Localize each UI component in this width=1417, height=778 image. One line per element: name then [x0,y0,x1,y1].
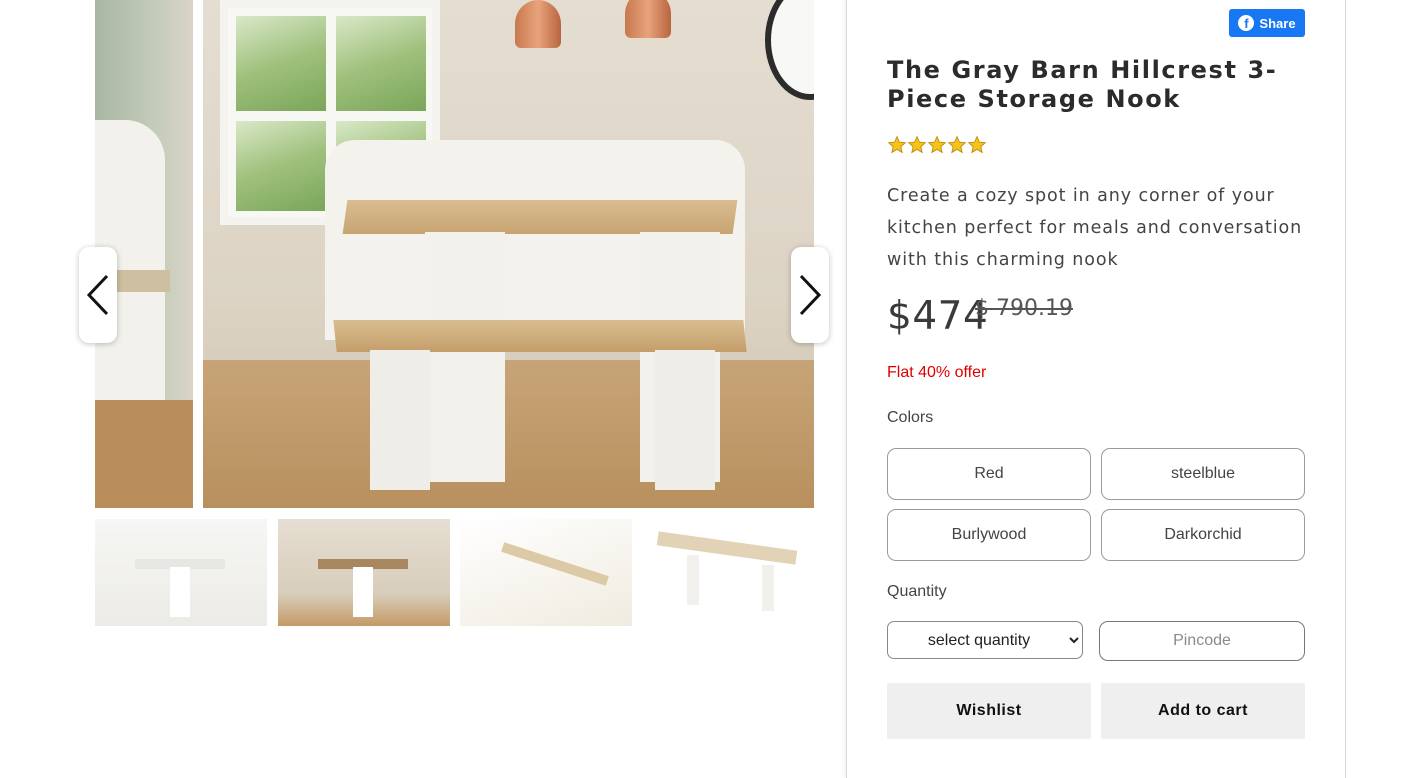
table-leg [425,232,505,482]
star-icon [967,135,987,154]
share-label: Share [1259,15,1296,31]
bench-leg [370,350,430,490]
thumbnail-strip [95,519,814,626]
color-option-burlywood[interactable]: Burlywood [887,509,1091,561]
product-title: The Gray Barn Hillcrest 3-Piece Storage … [887,56,1278,113]
star-icon [947,135,967,154]
star-icon [927,135,947,154]
pincode-input[interactable] [1099,621,1305,661]
wishlist-button[interactable]: Wishlist [887,683,1091,739]
product-gallery [95,0,814,640]
pendant-lamp [515,0,561,48]
offer-text: Flat 40% offer [887,364,987,381]
color-option-steelblue[interactable]: steelblue [1101,448,1305,500]
color-option-darkorchid[interactable]: Darkorchid [1101,509,1305,561]
product-description: Create a cozy spot in any corner of your… [887,186,1303,270]
chevron-left-icon [86,274,109,316]
thumbnail-1[interactable] [95,519,267,626]
thumbnail-2[interactable] [278,519,450,626]
pendant-lamp [625,0,671,38]
gallery-prev-button[interactable] [79,247,117,343]
facebook-icon: f [1238,15,1255,31]
quantity-label: Quantity [887,583,947,600]
bench-leg [655,350,715,490]
star-rating [887,134,987,156]
main-product-image [95,0,814,508]
chevron-right-icon [799,274,822,316]
facebook-share-button[interactable]: f Share [1229,9,1305,37]
star-icon [907,135,927,154]
thumbnail-3[interactable] [460,519,632,626]
thumbnail-4[interactable] [642,519,814,626]
original-price: $ 790.19 [975,296,1073,321]
gallery-next-button[interactable] [791,247,829,343]
front-bench [333,320,747,352]
table-top [342,200,738,234]
colors-label: Colors [887,409,934,426]
quantity-select[interactable]: select quantity [887,621,1083,659]
color-option-red[interactable]: Red [887,448,1091,500]
current-price: $474 [887,294,989,339]
star-icon [887,135,907,154]
add-to-cart-button[interactable]: Add to cart [1101,683,1305,739]
product-details-panel: f Share The Gray Barn Hillcrest 3-Piece … [846,0,1346,778]
